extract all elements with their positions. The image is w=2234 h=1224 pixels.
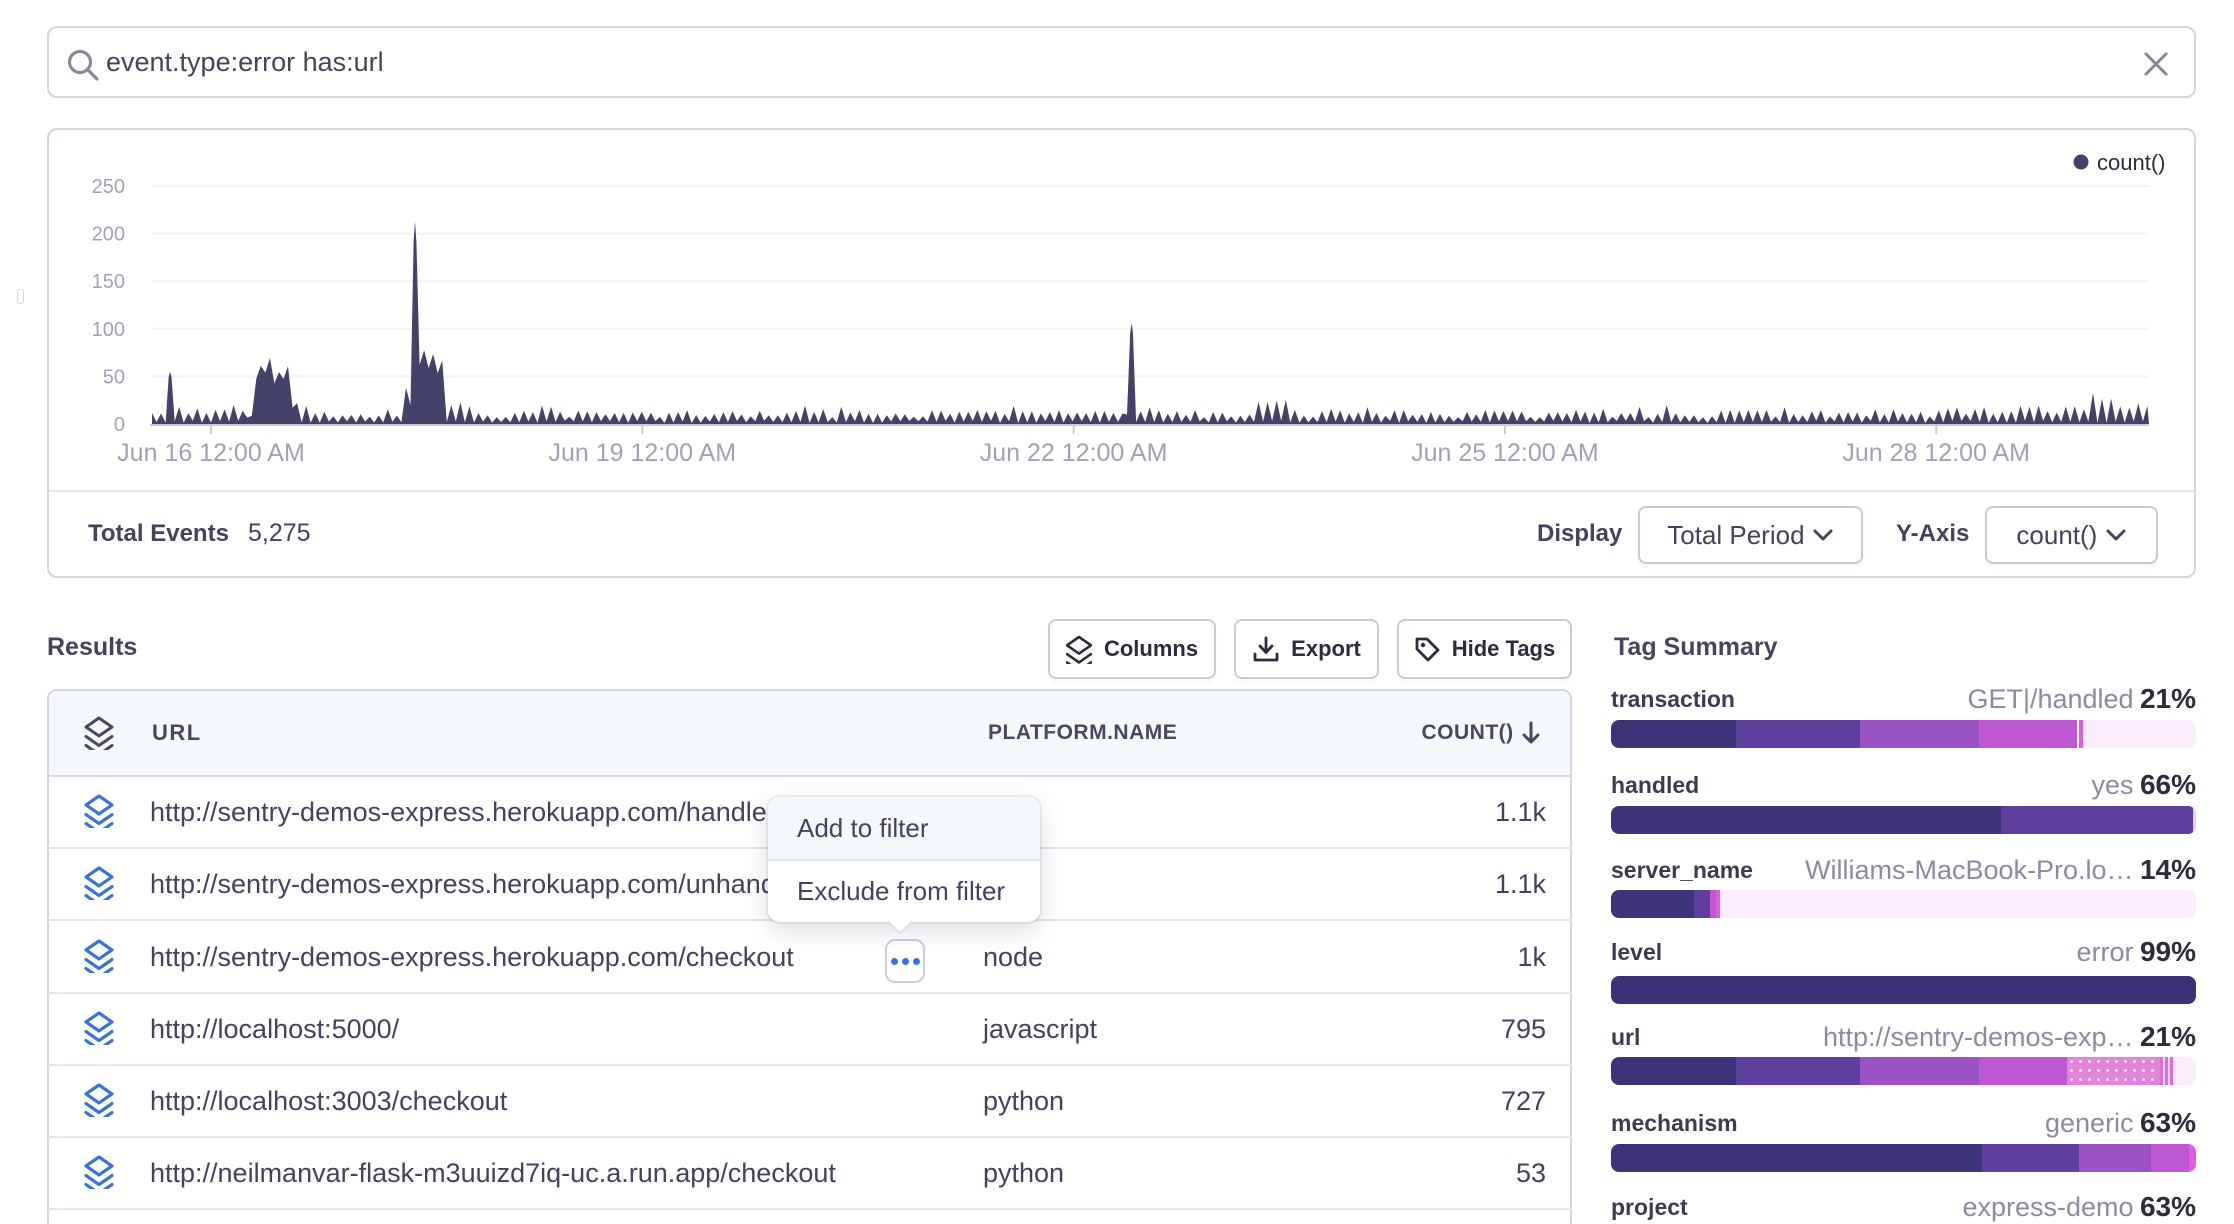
svg-text:Jun 25 12:00 AM: Jun 25 12:00 AM (1411, 439, 1599, 467)
svg-text:Jun 28 12:00 AM: Jun 28 12:00 AM (1842, 439, 2030, 467)
svg-text:Jun 22 12:00 AM: Jun 22 12:00 AM (980, 439, 1168, 467)
svg-text:Jun 19 12:00 AM: Jun 19 12:00 AM (548, 439, 736, 467)
svg-text:200: 200 (92, 224, 125, 246)
svg-text:150: 150 (92, 271, 125, 293)
svg-text:250: 250 (92, 176, 125, 198)
svg-text:0: 0 (114, 414, 125, 436)
svg-text:count(): count() (2097, 150, 2165, 175)
svg-text:50: 50 (103, 366, 125, 388)
svg-text:Jun 16 12:00 AM: Jun 16 12:00 AM (117, 439, 305, 467)
svg-text:100: 100 (92, 319, 125, 341)
